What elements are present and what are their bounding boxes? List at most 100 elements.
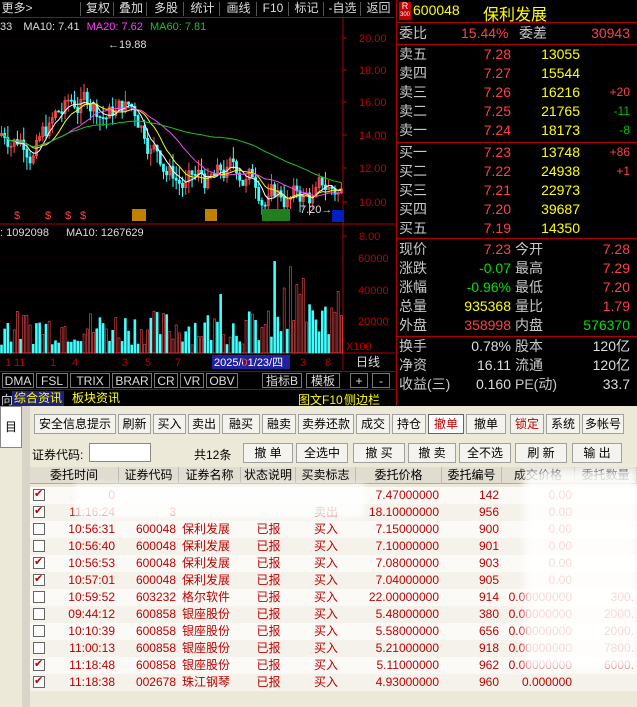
row-checkbox[interactable] (33, 657, 45, 671)
volume-bar (6, 323, 10, 354)
row-checkbox[interactable] (33, 487, 45, 501)
toolbar-button-4[interactable]: 融买 (222, 414, 260, 434)
order-status: 已报 (256, 539, 281, 553)
volume-bar (171, 338, 175, 354)
action-button-2[interactable]: 撤 买 (353, 443, 405, 463)
indicator-tab-brar[interactable]: BRAR (112, 373, 152, 388)
row-checkbox[interactable] (33, 642, 45, 654)
indicator-tab-dma[interactable]: DMA (2, 373, 34, 388)
volume-bar (89, 313, 92, 354)
indicator-tab-fsl[interactable]: FSL (36, 373, 68, 388)
candle-body (146, 137, 149, 154)
volume-bar (143, 344, 146, 354)
candle-body (85, 91, 89, 105)
toolbar-button-2[interactable]: 买入 (153, 414, 186, 434)
volume-bar (117, 337, 121, 354)
volume-bar (178, 332, 181, 354)
toolbar-button-3[interactable]: 卖出 (188, 414, 220, 434)
candle-body (165, 170, 169, 176)
tab-news[interactable]: 综合资讯 (12, 391, 65, 406)
column-header-3[interactable]: 状态说明 (241, 467, 296, 484)
toolbar-button-8[interactable]: 持仓 (392, 414, 426, 434)
row-checkbox[interactable] (33, 572, 45, 586)
bids-row: 买二 7.22 24938 +1 (397, 162, 637, 181)
code-input[interactable] (89, 443, 151, 462)
price-tick-label: 12.00 (359, 163, 387, 175)
order-time: 10:57:01 (68, 573, 115, 587)
chart-tool-2[interactable]: + (350, 373, 368, 388)
column-header-4[interactable]: 买卖标志 (296, 467, 356, 484)
tab-sector-news[interactable]: 板块资讯 (70, 391, 122, 406)
left-gutter (22, 406, 30, 707)
candle-body (120, 100, 124, 112)
toolbar-button-1[interactable]: 刷新 (118, 414, 151, 434)
column-header-5[interactable]: 委托价格 (356, 467, 442, 484)
order-row[interactable]: 11:18:38 002678 珠江钢琴 已报 买入 4.93000000 960 0.000… (30, 674, 637, 691)
toolbar-button-12[interactable]: 系统 (546, 414, 580, 434)
row-checkbox[interactable] (33, 591, 45, 603)
indicator-tab-trix[interactable]: TRIX (70, 373, 110, 388)
stat-value: 7.29 (602, 260, 630, 276)
toolbar-button-13[interactable]: 多帐号 (582, 414, 624, 434)
menu-item-4[interactable]: 统计 (185, 0, 220, 18)
action-button-5[interactable]: 刷 新 (515, 443, 567, 463)
volume-tick-label: 20000 (358, 316, 389, 328)
stat-row: 涨幅 -0.96% 最低 7.20 (397, 278, 637, 297)
toolbar-button-9[interactable]: 撤单 (428, 414, 464, 434)
volume-bar (82, 333, 86, 354)
menu-item-6[interactable]: F10 (258, 0, 288, 18)
menu-item-9[interactable]: 返回 (362, 0, 395, 18)
action-button-1[interactable]: 全选中 (296, 443, 348, 463)
toolbar-button-10[interactable]: 撤单 (466, 414, 506, 434)
menu-item-7[interactable]: 标记 (290, 0, 323, 18)
volume-bar (139, 329, 143, 354)
menu-item-3[interactable]: 多股 (148, 0, 184, 18)
column-header-6[interactable]: 委托编号 (442, 467, 502, 484)
row-checkbox[interactable] (33, 523, 45, 535)
candle-body (181, 182, 184, 188)
stat-value: -0.96% (466, 279, 511, 295)
row-checkbox[interactable] (33, 674, 45, 688)
volume-bar (38, 322, 41, 354)
row-checkbox[interactable] (33, 555, 45, 569)
asks-volume: 18173 (541, 122, 580, 138)
toolbar-button-11[interactable]: 锁定 (510, 414, 544, 434)
menu-item-8[interactable]: -自选 (325, 0, 360, 18)
chart-tool-3[interactable]: - (372, 373, 390, 388)
toolbar-button-6[interactable]: 卖券还款 (298, 414, 354, 434)
bids-volume: 14350 (541, 220, 580, 236)
candle-body (257, 187, 261, 201)
indicator-tab-vr[interactable]: VR (180, 373, 204, 388)
kline-chart[interactable]: 20.0018.0016.0014.0012.0010.008.00←19.88… (0, 18, 395, 370)
stat-value: 7.23 (483, 241, 511, 257)
volume-bar (197, 336, 200, 354)
row-checkbox[interactable] (33, 504, 45, 518)
action-button-6[interactable]: 输 出 (572, 443, 622, 463)
order-side: 买入 (313, 658, 338, 672)
chart-tool-1[interactable]: 模板 (306, 373, 340, 388)
asks-row: 卖四 7.27 15544 (397, 64, 637, 83)
volume-bar (95, 328, 99, 354)
row-checkbox[interactable] (33, 540, 45, 552)
menu-item-0[interactable]: 更多> (0, 0, 34, 18)
menu-item-1[interactable]: 复权 (82, 0, 114, 18)
column-header-1[interactable]: 证券代码 (119, 467, 179, 484)
row-checkbox[interactable] (33, 625, 45, 637)
toolbar-button-5[interactable]: 融卖 (262, 414, 296, 434)
toolbar-button-0[interactable]: 安全信息提示 (34, 414, 116, 434)
action-button-4[interactable]: 全不选 (459, 443, 511, 463)
row-checkbox[interactable] (33, 608, 45, 620)
indicator-tab-obv[interactable]: OBV (206, 373, 238, 388)
volume-bar (44, 323, 48, 354)
menu-item-5[interactable]: 画线 (221, 0, 256, 18)
toolbar-button-7[interactable]: 成交 (356, 414, 390, 434)
column-header-2[interactable]: 证券名称 (179, 467, 241, 484)
side-tab[interactable]: 目 (0, 406, 22, 448)
indicator-tab-cr[interactable]: CR (154, 373, 178, 388)
action-button-3[interactable]: 撤 卖 (408, 443, 456, 463)
menu-item-2[interactable]: 叠加 (115, 0, 147, 18)
chart-tool-0[interactable]: 指标B (262, 373, 302, 388)
action-button-0[interactable]: 撤 单 (243, 443, 293, 463)
column-header-0[interactable]: 委托时间 (30, 467, 119, 484)
order-side: 买入 (313, 573, 338, 587)
